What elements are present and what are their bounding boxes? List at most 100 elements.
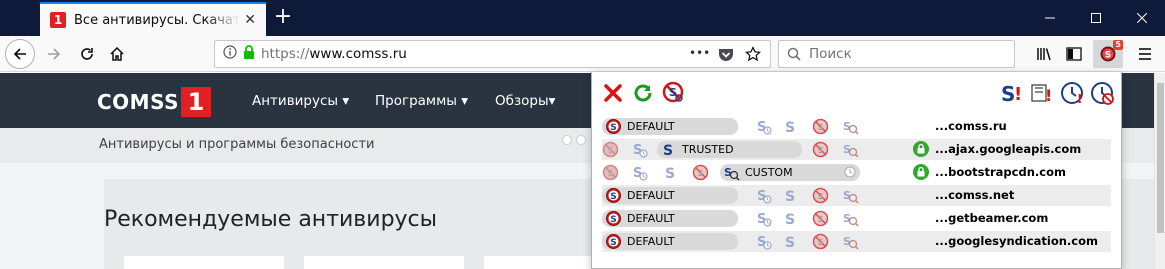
menu-item-antiviruses[interactable]: Антивирусы ▾ [252, 93, 349, 109]
domain-row: S S S S S CUSTOM ...bootstrapcdn.com [602, 162, 1111, 183]
trust-icon[interactable]: S [782, 210, 799, 228]
menu-item-programs[interactable]: Программы ▾ [375, 93, 468, 109]
list-warning-icon[interactable]: ! [1030, 81, 1054, 109]
distrust-icon[interactable]: S [842, 141, 859, 158]
svg-text:S: S [818, 215, 824, 224]
reload-button[interactable] [73, 40, 101, 68]
distrust-icon[interactable]: S [842, 187, 859, 204]
slider-dot[interactable] [576, 135, 586, 145]
site-favicon-icon: 1 [50, 12, 66, 28]
logo-text: COMSS [97, 90, 179, 114]
slider-dot[interactable] [562, 135, 572, 145]
allow-temporary-icon[interactable]: S [755, 233, 772, 250]
bookmark-star-icon[interactable] [745, 46, 761, 66]
tab-title: Все антивирусы. Скачать бесплатные антив… [74, 12, 241, 28]
url-text: https://www.comss.ru [261, 46, 407, 62]
default-status-icon: S [605, 187, 622, 204]
domain-name: ...bootstrapcdn.com [935, 165, 1066, 179]
trust-icon[interactable]: S [662, 164, 679, 182]
allow-temporary-icon[interactable]: S [755, 118, 772, 135]
close-tab-icon[interactable]: ✕ [244, 12, 256, 28]
minimize-button[interactable] [1027, 0, 1073, 36]
block-icon[interactable]: S [812, 233, 829, 250]
logo-number: 1 [181, 87, 211, 117]
status-pill[interactable]: S DEFAULT [602, 233, 738, 250]
site-logo[interactable]: COMSS 1 [97, 87, 211, 117]
allow-all-blocked-icon[interactable]: S [662, 81, 686, 109]
back-button[interactable] [5, 39, 35, 69]
domain-row: S S S TRUSTED S S ...ajax.googleapis.com [602, 139, 1111, 160]
distrust-icon[interactable]: S [842, 118, 859, 135]
search-bar[interactable]: Поиск [778, 40, 1015, 68]
refresh-icon[interactable] [632, 82, 654, 108]
blocked-count-badge: 5 [1113, 40, 1123, 50]
allow-temporary-icon[interactable]: S [755, 187, 772, 204]
library-button[interactable] [1030, 40, 1058, 68]
menu-item-reviews[interactable]: Обзоры▾ [495, 93, 555, 109]
domain-name: ...comss.ru [935, 119, 1007, 133]
home-button[interactable] [103, 40, 131, 68]
default-status-icon: S [605, 233, 622, 250]
scriptsafe-options-icon[interactable]: S! [1000, 81, 1024, 109]
distrust-icon[interactable]: S [842, 210, 859, 227]
block-icon[interactable]: S [692, 164, 709, 181]
navigation-toolbar: https://www.comss.ru ••• Поиск S 5 [0, 36, 1165, 72]
block-icon[interactable]: S [602, 164, 619, 181]
address-bar[interactable]: https://www.comss.ru ••• [214, 40, 771, 68]
status-label: CUSTOM [745, 166, 793, 179]
product-card[interactable] [304, 256, 464, 269]
allow-temporary-icon[interactable]: S [631, 141, 648, 158]
revoke-temporary-icon[interactable] [1090, 81, 1114, 109]
svg-text:!: ! [1077, 92, 1082, 105]
block-icon[interactable]: S [812, 141, 829, 158]
forward-button[interactable] [40, 40, 68, 68]
section-title: Рекомендуемые антивирусы [104, 207, 438, 232]
status-label: DEFAULT [627, 120, 675, 133]
info-icon[interactable] [223, 45, 237, 63]
slider-dots [562, 135, 586, 145]
block-icon[interactable]: S [812, 210, 829, 227]
page-actions-button[interactable]: ••• [689, 46, 710, 60]
custom-status-icon: S [723, 164, 740, 181]
block-icon[interactable]: S [812, 187, 829, 204]
svg-text:S: S [785, 235, 795, 250]
trust-icon[interactable]: S [782, 118, 799, 136]
reload-icon [81, 48, 93, 60]
clock-icon [844, 166, 856, 182]
status-pill[interactable]: S DEFAULT [602, 210, 738, 227]
scrollbar-thumb[interactable] [1157, 83, 1164, 233]
svg-text:S: S [818, 192, 824, 201]
tab-active[interactable]: 1 Все антивирусы. Скачать бесплатные ант… [40, 2, 266, 36]
svg-text:S: S [610, 238, 616, 248]
new-tab-button[interactable]: + [268, 2, 298, 34]
scriptsafe-extension-button[interactable]: S 5 [1093, 40, 1123, 68]
sidebar-icon [1066, 47, 1082, 61]
status-pill[interactable]: S CUSTOM [720, 164, 860, 181]
allow-temporary-icon[interactable]: S [631, 164, 648, 181]
pocket-icon[interactable] [718, 47, 734, 66]
allow-temporary-icon[interactable]: S [755, 210, 772, 227]
block-icon[interactable]: S [812, 118, 829, 135]
domain-row: S DEFAULT S S S S ...comss.ru [602, 116, 1111, 137]
status-label: DEFAULT [627, 189, 675, 202]
close-popup-icon[interactable] [602, 82, 624, 108]
page-scrollbar[interactable] [1154, 73, 1165, 269]
maximize-button[interactable] [1073, 0, 1119, 36]
trust-icon[interactable]: S [782, 187, 799, 205]
status-label: TRUSTED [682, 143, 734, 156]
block-icon[interactable]: S [602, 141, 619, 158]
secure-lock-icon[interactable] [243, 45, 255, 63]
status-pill[interactable]: S DEFAULT [602, 187, 738, 204]
temporary-allow-icon[interactable]: ! [1060, 81, 1084, 109]
status-pill[interactable]: S TRUSTED [657, 141, 802, 158]
sidebar-button[interactable] [1060, 40, 1088, 68]
menu-button[interactable] [1131, 40, 1159, 68]
svg-text:S: S [610, 192, 616, 202]
status-pill[interactable]: S DEFAULT [602, 118, 738, 135]
distrust-icon[interactable]: S [842, 233, 859, 250]
trust-icon[interactable]: S [782, 233, 799, 251]
close-icon [1137, 13, 1147, 23]
close-window-button[interactable] [1119, 0, 1165, 36]
product-card[interactable] [124, 256, 284, 269]
domain-name: ...getbeamer.com [935, 211, 1049, 225]
